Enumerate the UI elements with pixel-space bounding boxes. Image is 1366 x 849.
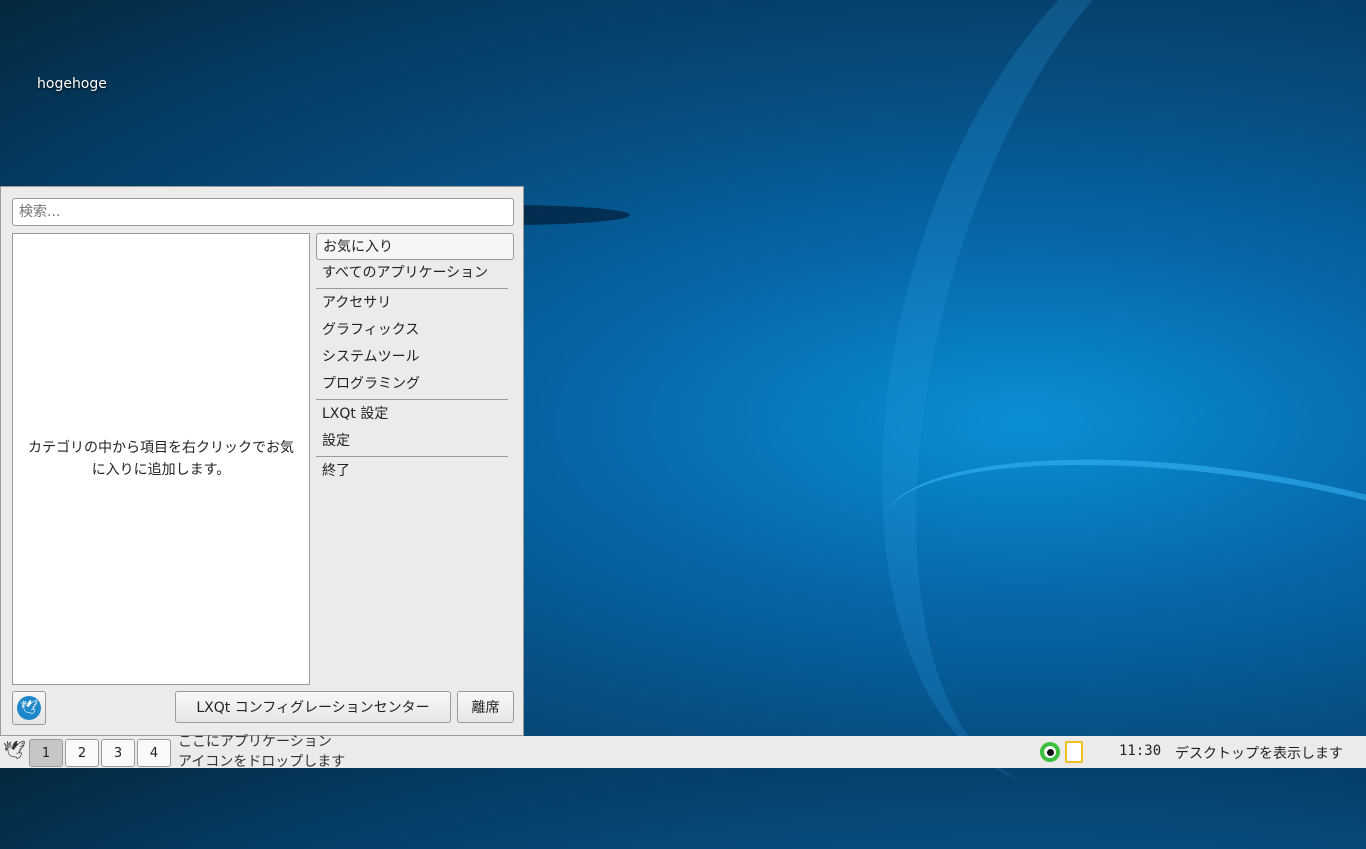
category-all-applications[interactable]: すべてのアプリケーション <box>316 260 514 287</box>
category-settings[interactable]: 設定 <box>316 428 514 455</box>
status-tray-icon[interactable] <box>1040 742 1060 762</box>
clock[interactable]: 11:30 <box>1119 743 1161 759</box>
workspace-3-button[interactable]: 3 <box>101 739 135 767</box>
workspace-2-button[interactable]: 2 <box>65 739 99 767</box>
divider <box>316 288 508 289</box>
category-favorites[interactable]: お気に入り <box>316 233 514 260</box>
category-lxqt-settings[interactable]: LXQt 設定 <box>316 401 514 428</box>
leave-button[interactable]: 離席 <box>457 691 514 723</box>
workspace-4-button[interactable]: 4 <box>137 739 171 767</box>
workspace-1-button[interactable]: 1 <box>29 739 63 767</box>
lxqt-about-button[interactable]: 🕊 <box>12 691 46 725</box>
config-center-button[interactable]: LXQt コンフィグレーションセンター <box>175 691 451 723</box>
category-exit[interactable]: 終了 <box>316 458 514 485</box>
lxqt-logo-icon: 🕊 <box>17 696 41 720</box>
quicklaunch-hint-line: ここにアプリケーション <box>178 732 345 752</box>
clipboard-icon[interactable] <box>1065 741 1083 763</box>
category-system-tools[interactable]: システムツール <box>316 344 514 371</box>
show-desktop-button[interactable]: デスクトップを表示します <box>1175 743 1343 763</box>
category-programming[interactable]: プログラミング <box>316 371 514 398</box>
category-list: お気に入り すべてのアプリケーション アクセサリ グラフィックス システムツール… <box>316 233 514 485</box>
taskbar: 🕊 1 2 3 4 ここにアプリケーション アイコンをドロップします 11:30… <box>0 736 1366 768</box>
quicklaunch-area[interactable]: ここにアプリケーション アイコンをドロップします <box>178 732 345 768</box>
category-graphics[interactable]: グラフィックス <box>316 317 514 344</box>
category-accessories[interactable]: アクセサリ <box>316 290 514 317</box>
divider <box>316 399 508 400</box>
divider <box>316 456 508 457</box>
favorites-panel: カテゴリの中から項目を右クリックでお気に入りに追加します。 <box>12 233 310 685</box>
main-menu-icon[interactable]: 🕊 <box>3 740 26 761</box>
application-menu: カテゴリの中から項目を右クリックでお気に入りに追加します。 お気に入り すべての… <box>0 186 524 736</box>
favorites-hint: カテゴリの中から項目を右クリックでお気に入りに追加します。 <box>23 437 299 481</box>
desktop-icon-label[interactable]: hogehoge <box>37 76 107 92</box>
search-input[interactable] <box>12 198 514 226</box>
quicklaunch-hint-line: アイコンをドロップします <box>178 752 345 768</box>
